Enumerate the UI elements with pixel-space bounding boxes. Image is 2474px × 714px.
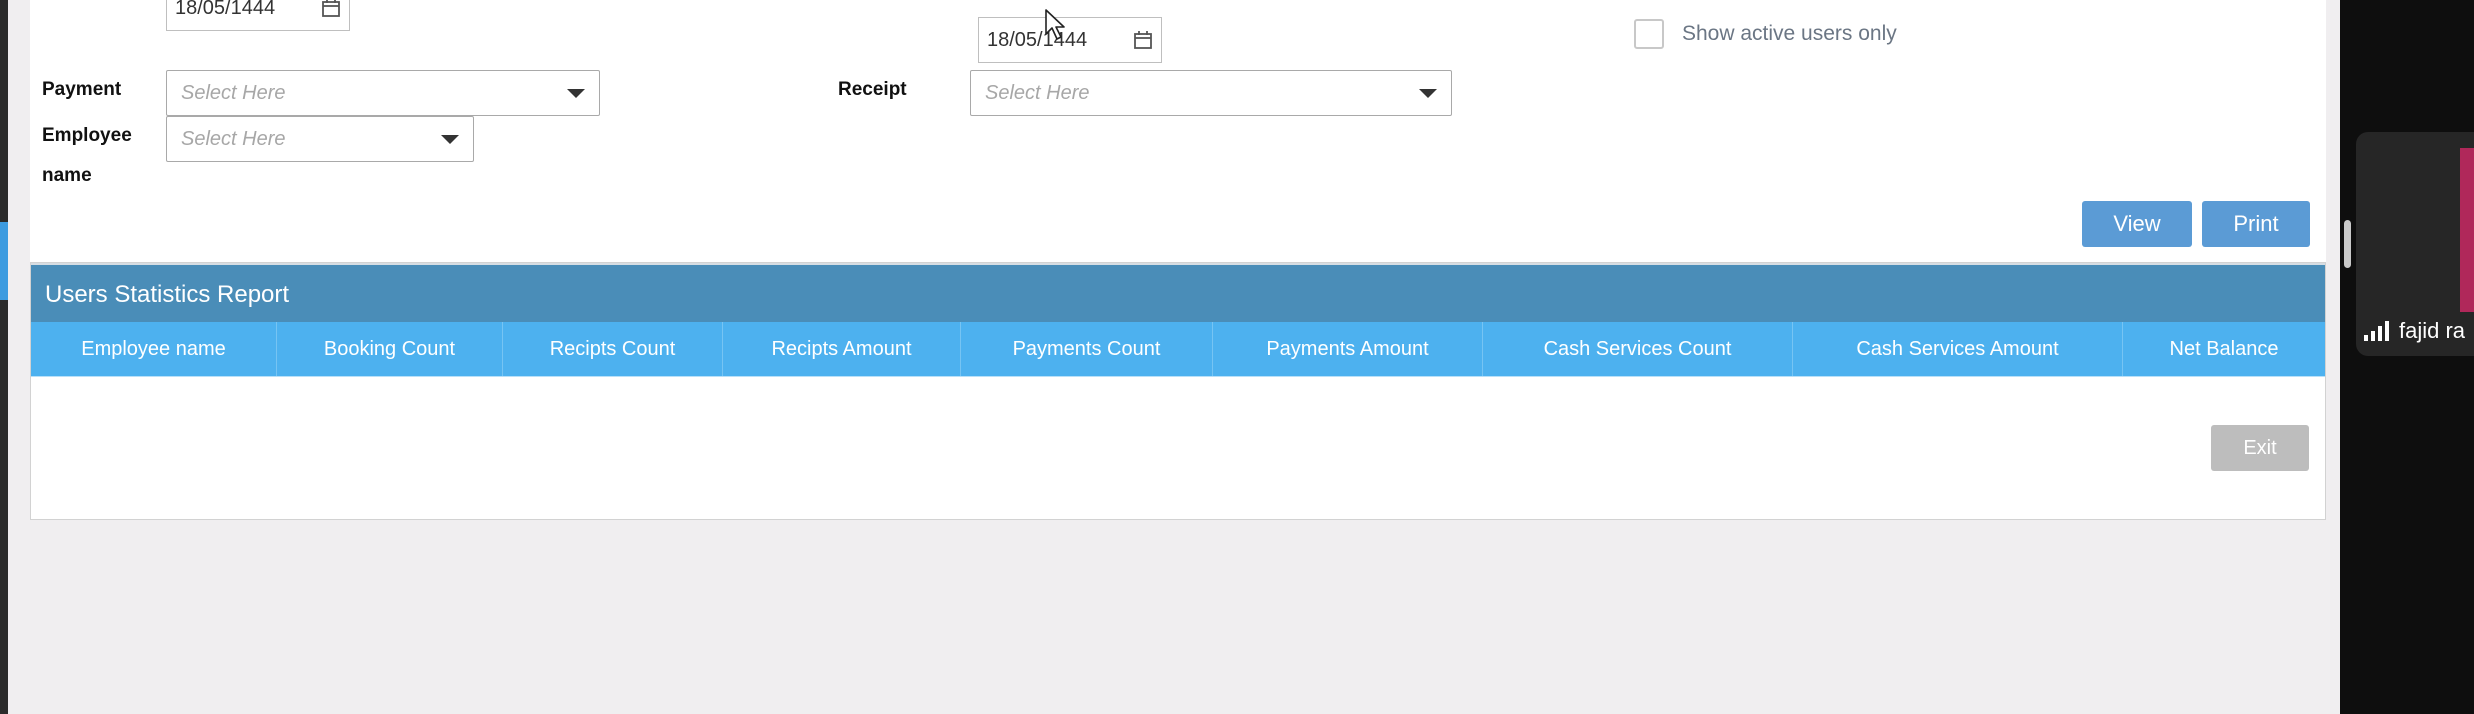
receipt-placeholder: Select Here: [985, 81, 1090, 104]
employee-name-label-line1: Employee: [42, 125, 132, 146]
show-active-users-checkbox[interactable]: [1634, 19, 1664, 49]
screen: 18/05/1444 18/05/1444 Show active users …: [0, 0, 2474, 714]
employee-name-select[interactable]: Select Here: [166, 116, 474, 162]
chevron-down-icon: [441, 135, 459, 144]
receipt-select[interactable]: Select Here: [970, 70, 1452, 116]
employee-name-placeholder: Select Here: [181, 127, 286, 150]
chevron-down-icon: [567, 89, 585, 98]
receipt-label: Receipt: [838, 79, 907, 100]
date-to-value: 18/05/1444: [987, 28, 1088, 51]
left-edge-accent: [0, 222, 8, 300]
mouse-cursor-icon: [1045, 9, 1065, 40]
employee-name-label-line2: name: [42, 165, 92, 186]
signal-bars-icon: [2364, 321, 2389, 341]
column-header-recipts-count[interactable]: Recipts Count: [503, 322, 723, 376]
date-from-value: 18/05/1444: [175, 0, 276, 19]
column-header-cash-services-count[interactable]: Cash Services Count: [1483, 322, 1793, 376]
column-header-net-balance[interactable]: Net Balance: [2123, 322, 2325, 376]
participant-info: fajid ra: [2364, 318, 2465, 344]
report-table-header: Employee name Booking Count Recipts Coun…: [31, 322, 2325, 376]
view-button[interactable]: View: [2082, 201, 2192, 247]
report-table-body: [31, 376, 2325, 377]
chevron-down-icon: [1419, 89, 1437, 98]
left-window-edge: [0, 0, 8, 714]
participant-tile[interactable]: fajid ra: [2356, 132, 2474, 356]
print-button[interactable]: Print: [2202, 201, 2310, 247]
show-active-users-label: Show active users only: [1682, 22, 1897, 45]
column-header-payments-count[interactable]: Payments Count: [961, 322, 1213, 376]
payment-label: Payment: [42, 79, 122, 100]
calendar-icon[interactable]: [1133, 30, 1153, 50]
scrollbar-thumb[interactable]: [2344, 220, 2351, 268]
date-to-field[interactable]: 18/05/1444: [978, 17, 1162, 63]
column-header-recipts-amount[interactable]: Recipts Amount: [723, 322, 961, 376]
participant-video-accent: [2460, 148, 2474, 312]
exit-button[interactable]: Exit: [2211, 425, 2309, 471]
users-statistics-report: Users Statistics Report Employee name Bo…: [30, 262, 2326, 520]
payment-placeholder: Select Here: [181, 81, 286, 104]
participant-name: fajid ra: [2399, 318, 2466, 343]
column-header-employee-name[interactable]: Employee name: [31, 322, 277, 376]
report-title: Users Statistics Report: [31, 263, 2325, 322]
right-side-panel: fajid ra: [2340, 0, 2474, 714]
show-active-users-option[interactable]: Show active users only: [1634, 19, 1897, 49]
column-header-booking-count[interactable]: Booking Count: [277, 322, 503, 376]
date-from-field[interactable]: 18/05/1444: [166, 0, 350, 31]
filter-panel: 18/05/1444 18/05/1444 Show active users …: [30, 0, 2326, 262]
column-header-cash-services-amount[interactable]: Cash Services Amount: [1793, 322, 2123, 376]
payment-select[interactable]: Select Here: [166, 70, 600, 116]
report-app: 18/05/1444 18/05/1444 Show active users …: [8, 0, 2340, 714]
calendar-icon[interactable]: [321, 0, 341, 18]
column-header-payments-amount[interactable]: Payments Amount: [1213, 322, 1483, 376]
